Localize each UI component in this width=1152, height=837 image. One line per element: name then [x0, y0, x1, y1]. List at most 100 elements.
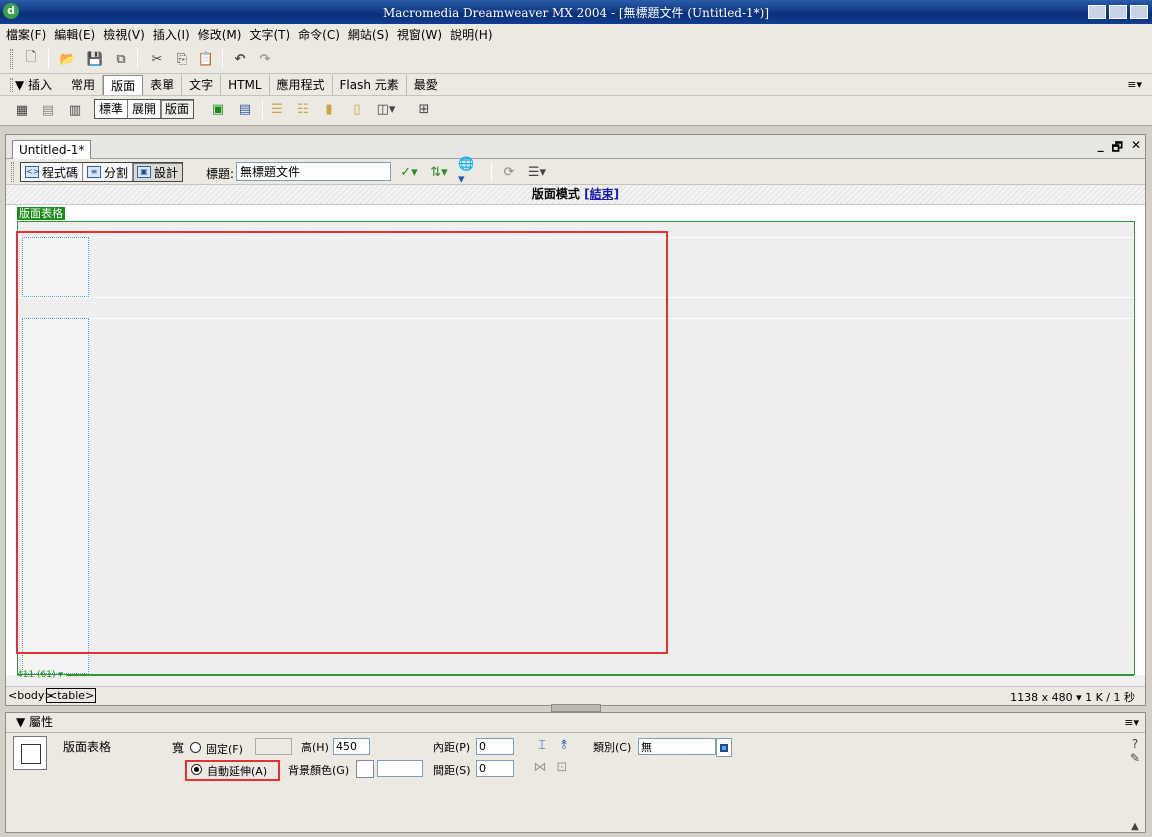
minimize-button[interactable] [1088, 5, 1106, 19]
insert-row-above-icon[interactable]: ☰ [266, 98, 288, 120]
window-controls [1088, 5, 1148, 19]
preview-browser-icon[interactable]: 🌐▾ [458, 157, 480, 187]
remove-nesting-icon[interactable]: ⊡ [551, 756, 573, 778]
save-icon[interactable]: 💾 [84, 48, 106, 70]
layout-table-tab[interactable]: 版面表格 [17, 207, 65, 220]
cut-icon[interactable]: ✂ [146, 48, 168, 70]
view-options-icon[interactable]: ☰▾ [526, 161, 548, 183]
design-view-button[interactable]: ▣ 設計 [133, 163, 183, 181]
doc-close-button[interactable]: ✕ [1131, 138, 1141, 159]
tab-favorites[interactable]: 最愛 [407, 75, 445, 95]
tab-html[interactable]: HTML [221, 74, 270, 95]
menu-commands[interactable]: 命令(C) [296, 26, 346, 43]
panel-resize-handle[interactable] [551, 704, 601, 712]
separator [262, 99, 263, 119]
make-widths-consistent-icon[interactable]: ⥉ [553, 734, 575, 756]
properties-title: ▼ 屬性 [16, 715, 54, 729]
layout-mode-button[interactable]: 版面 [161, 100, 194, 118]
edit-icon[interactable]: ✎ [1124, 747, 1146, 769]
padding-input[interactable] [476, 738, 514, 755]
file-management-icon[interactable]: ⇅▾ [428, 161, 450, 183]
browser-check-icon[interactable]: ✓▾ [398, 161, 420, 183]
menu-site[interactable]: 網站(S) [346, 26, 395, 43]
fixed-width-input[interactable] [255, 738, 292, 755]
layer-icon[interactable]: ▤ [37, 99, 59, 121]
spacing-input[interactable] [476, 760, 514, 777]
doc-restore-button[interactable]: 🗗 [1112, 138, 1123, 159]
doc-minimize-button[interactable]: _ [1098, 138, 1104, 159]
menu-bar: 檔案(F) 編輯(E) 檢視(V) 插入(I) 修改(M) 文字(T) 命令(C… [0, 24, 1152, 44]
menu-window[interactable]: 視窗(W) [395, 26, 448, 43]
tab-common[interactable]: 常用 [64, 74, 104, 95]
menu-edit[interactable]: 編輯(E) [52, 26, 101, 43]
close-button[interactable] [1130, 5, 1148, 19]
remove-spacers-icon[interactable]: ⋈ [529, 756, 551, 778]
menu-text[interactable]: 文字(T) [247, 26, 296, 43]
table-icon[interactable]: ▦ [11, 99, 33, 121]
toolbar-grip[interactable] [10, 49, 13, 69]
exit-layout-mode-link[interactable]: [結束] [584, 187, 619, 201]
insert-tabs: ▼ 插入 常用 版面 表單 文字 HTML 應用程式 Flash 元素 最愛 ≡… [0, 74, 1152, 96]
undo-icon[interactable]: ↶ [229, 48, 251, 70]
insert-title[interactable]: ▼ 插入 [7, 76, 64, 93]
split-view-button[interactable]: ≡ 分割 [83, 163, 134, 181]
properties-header[interactable]: ▼ 屬性 ≡▾ [6, 713, 1145, 733]
expand-panel-icon[interactable]: ▲ [1124, 815, 1146, 837]
paste-icon[interactable]: 📋 [195, 48, 217, 70]
window-size-readout[interactable]: 1138 x 480 ▾ 1 K / 1 秒 [1010, 689, 1135, 705]
tag-selector-table[interactable]: <table> [46, 688, 97, 703]
frame-table-icon[interactable]: ▥ [64, 99, 86, 121]
frames-icon[interactable]: ◫▾ [375, 98, 397, 120]
panel-options-icon[interactable]: ≡▾ [1127, 78, 1142, 91]
clear-row-heights-icon[interactable]: ⌶ [531, 734, 553, 756]
height-input[interactable] [333, 738, 370, 755]
insert-column-left-icon[interactable]: ▮ [318, 98, 340, 120]
separator [137, 49, 138, 69]
class-select[interactable] [638, 738, 716, 755]
status-bar: <body> <table> 1138 x 480 ▾ 1 K / 1 秒 [6, 686, 1145, 705]
redo-icon[interactable]: ↷ [254, 48, 276, 70]
menu-insert[interactable]: 插入(I) [151, 26, 196, 43]
fixed-width-radio[interactable] [190, 742, 201, 753]
bgcolor-swatch[interactable] [356, 760, 374, 778]
autostretch-radio[interactable] [191, 764, 202, 775]
menu-help[interactable]: 說明(H) [448, 26, 498, 43]
table-width-indicator[interactable]: 411 (61) ▾ [17, 670, 63, 680]
standard-mode-button[interactable]: 標準 [95, 100, 129, 118]
padding-label: 內距(P) [433, 741, 471, 754]
tab-forms[interactable]: 表單 [143, 74, 183, 95]
expanded-mode-button[interactable]: 展開 [128, 100, 162, 118]
tab-text[interactable]: 文字 [182, 74, 222, 95]
width-label: 寬 [172, 741, 185, 755]
window-title: Macromedia Dreamweaver MX 2004 - [無標題文件 … [382, 6, 770, 20]
save-all-icon[interactable]: ⧉ [110, 48, 132, 70]
properties-options-icon[interactable]: ≡▾ [1124, 713, 1139, 732]
tab-flash-elements[interactable]: Flash 元素 [333, 74, 407, 95]
insert-column-right-icon[interactable]: ▯ [346, 98, 368, 120]
code-view-button[interactable]: <> 程式碼 [21, 163, 84, 181]
tab-application[interactable]: 應用程式 [270, 74, 333, 95]
tab-layout[interactable]: 版面 [103, 74, 144, 95]
highlight-box [16, 231, 668, 654]
draw-layout-table-icon[interactable]: ▣ [207, 98, 229, 120]
menu-view[interactable]: 檢視(V) [101, 26, 151, 43]
menu-modify[interactable]: 修改(M) [196, 26, 248, 43]
class-label: 類別(C) [593, 741, 632, 754]
menu-file[interactable]: 檔案(F) [4, 26, 52, 43]
draw-layout-cell-icon[interactable]: ▤ [234, 98, 256, 120]
refresh-icon[interactable]: ⟳ [498, 161, 520, 183]
design-canvas[interactable]: 版面表格 411 (61) ▾ [6, 205, 1145, 680]
open-folder-icon[interactable]: 📂 [57, 48, 79, 70]
title-input[interactable] [236, 162, 391, 181]
insert-grip[interactable] [10, 77, 13, 92]
new-file-icon[interactable]: 🗋 [20, 48, 42, 70]
maximize-button[interactable] [1109, 5, 1127, 19]
code-view-label: 程式碼 [42, 165, 79, 180]
copy-icon[interactable]: ⎘ [171, 48, 193, 70]
tabular-data-icon[interactable]: ⊞ [413, 98, 435, 120]
insert-row-below-icon[interactable]: ☷ [292, 98, 314, 120]
document-toolbar-grip[interactable] [11, 162, 14, 182]
class-dropdown-button[interactable] [716, 738, 732, 757]
document-tab[interactable]: Untitled-1* [12, 140, 92, 160]
bgcolor-input[interactable] [377, 760, 423, 777]
